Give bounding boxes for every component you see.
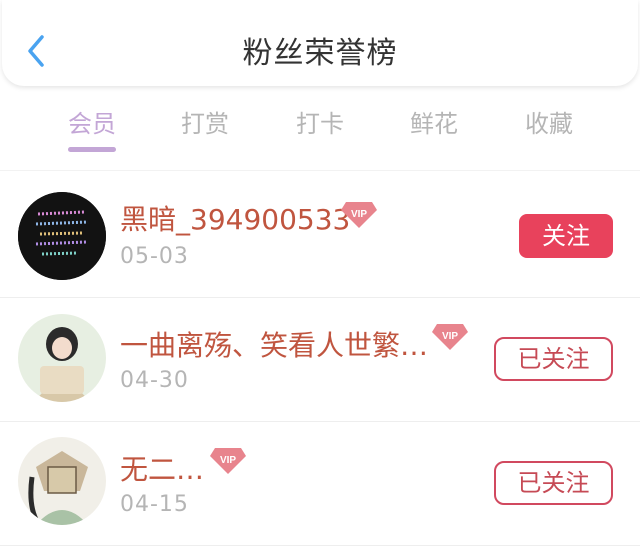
tab-checkin[interactable]: 打卡	[275, 104, 365, 139]
page-title: 粉丝荣誉榜	[242, 36, 398, 71]
vip-label: VIP	[351, 209, 367, 220]
fan-date: 04-30	[120, 368, 189, 393]
fan-name: 一曲离殇、笑看人世繁…	[120, 329, 429, 362]
top-bar: 粉丝荣誉榜	[2, 0, 638, 86]
vip-badge-icon: VIP	[432, 324, 468, 350]
followed-button[interactable]: 已关注	[494, 461, 613, 505]
avatar-image	[18, 314, 106, 402]
list-item[interactable]: 无二… VIP 04-15 已关注	[0, 422, 640, 546]
avatar[interactable]	[18, 314, 106, 402]
vip-label: VIP	[442, 331, 458, 342]
fan-date: 04-15	[120, 492, 189, 517]
list-item[interactable]: 黑暗_394900533 VIP 05-03 关注	[0, 174, 640, 298]
active-tab-indicator	[68, 147, 116, 152]
list-item[interactable]: 一曲离殇、笑看人世繁… VIP 04-30 已关注	[0, 298, 640, 422]
avatar-image	[18, 192, 106, 280]
follow-button[interactable]: 关注	[519, 214, 613, 258]
tab-flowers[interactable]: 鲜花	[389, 104, 479, 139]
tab-favorites[interactable]: 收藏	[504, 104, 594, 139]
avatar[interactable]	[18, 437, 106, 525]
avatar-image	[18, 437, 106, 525]
vip-label: VIP	[220, 455, 236, 466]
fan-name: 黑暗_394900533	[120, 203, 351, 236]
avatar[interactable]	[18, 192, 106, 280]
tab-rewards[interactable]: 打赏	[160, 104, 250, 139]
tab-members[interactable]: 会员	[47, 104, 137, 139]
fan-date: 05-03	[120, 244, 189, 269]
divider	[0, 170, 640, 171]
vip-badge-icon: VIP	[341, 202, 377, 228]
vip-badge-icon: VIP	[210, 448, 246, 474]
followed-button[interactable]: 已关注	[494, 337, 613, 381]
fan-name: 无二…	[120, 453, 205, 486]
divider	[0, 545, 640, 546]
